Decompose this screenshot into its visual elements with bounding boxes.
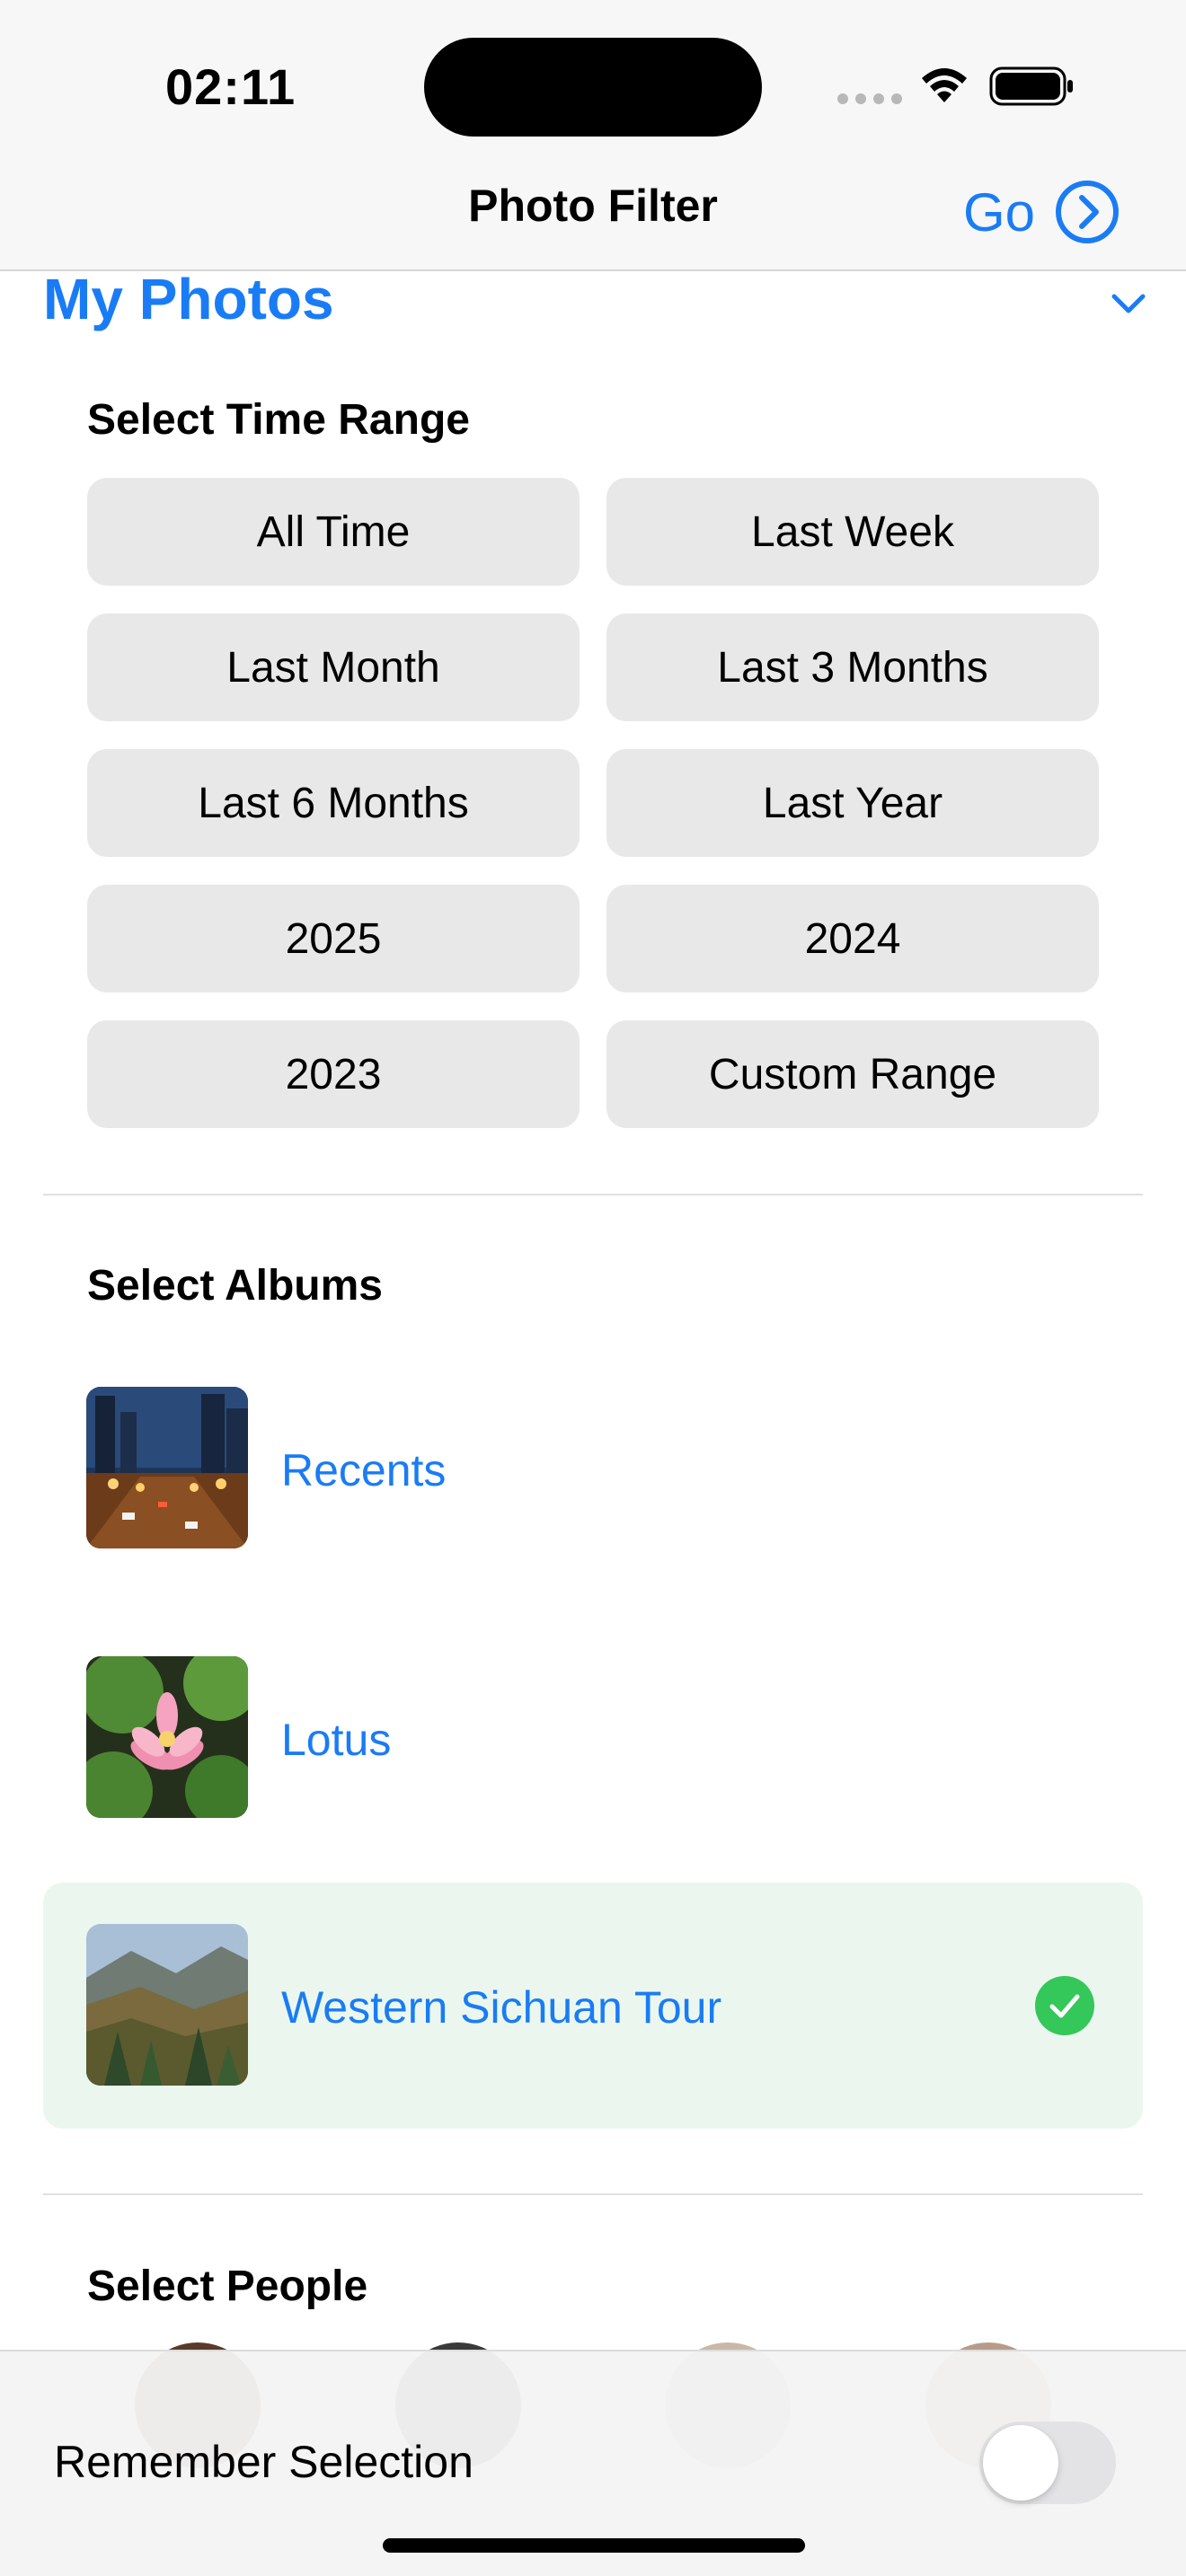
battery-icon [989,66,1073,106]
people-heading: Select People [87,2263,368,2310]
section-title[interactable]: My Photos [43,266,334,332]
album-thumbnail [86,1656,248,1818]
top-bar: 02:11 Photo Filter Go [0,0,1186,271]
home-indicator[interactable] [383,2538,805,2553]
range-2023-button[interactable]: 2023 [87,1020,580,1128]
chevron-right-circle-icon [1056,181,1120,243]
range-all-time-button[interactable]: All Time [87,478,580,586]
range-2024-button[interactable]: 2024 [606,885,1099,992]
album-thumbnail [86,1924,248,2086]
range-2025-button[interactable]: 2025 [87,885,580,992]
album-name: Lotus [281,1715,392,1765]
status-icons [837,66,1073,106]
album-thumbnail [86,1387,248,1548]
range-custom-range-button[interactable]: Custom Range [606,1020,1099,1128]
toggle-knob [983,2425,1058,2501]
album-name: Recents [281,1445,447,1495]
divider [43,2193,1143,2195]
status-time: 02:11 [165,58,296,115]
divider [43,1194,1143,1195]
range-last-month-button[interactable]: Last Month [87,613,580,721]
go-label: Go [963,181,1036,243]
chevron-down-icon[interactable] [1107,286,1150,322]
album-row-western-sichuan-tour[interactable]: Western Sichuan Tour [43,1883,1143,2129]
range-last-week-button[interactable]: Last Week [606,478,1099,586]
remember-selection-toggle[interactable] [979,2422,1116,2504]
dynamic-island [424,38,762,137]
go-button[interactable]: Go [963,174,1120,250]
album-row-recents[interactable]: Recents [43,1345,1143,1592]
range-last-year-button[interactable]: Last Year [606,749,1099,857]
photo-filter-screen: 02:11 Photo Filter Go My Photos Select T… [0,0,1186,2576]
range-last-6-months-button[interactable]: Last 6 Months [87,749,580,857]
album-name: Western Sichuan Tour [281,1982,722,2033]
wifi-icon [922,68,967,102]
range-last-3-months-button[interactable]: Last 3 Months [606,613,1099,721]
albums-heading: Select Albums [87,1262,383,1310]
checkmark-circle-icon [1035,1976,1094,2035]
time-range-heading: Select Time Range [87,396,470,444]
album-row-lotus[interactable]: Lotus [43,1615,1143,1861]
remember-selection-label: Remember Selection [54,2437,474,2487]
signal-dots-icon [837,93,902,104]
